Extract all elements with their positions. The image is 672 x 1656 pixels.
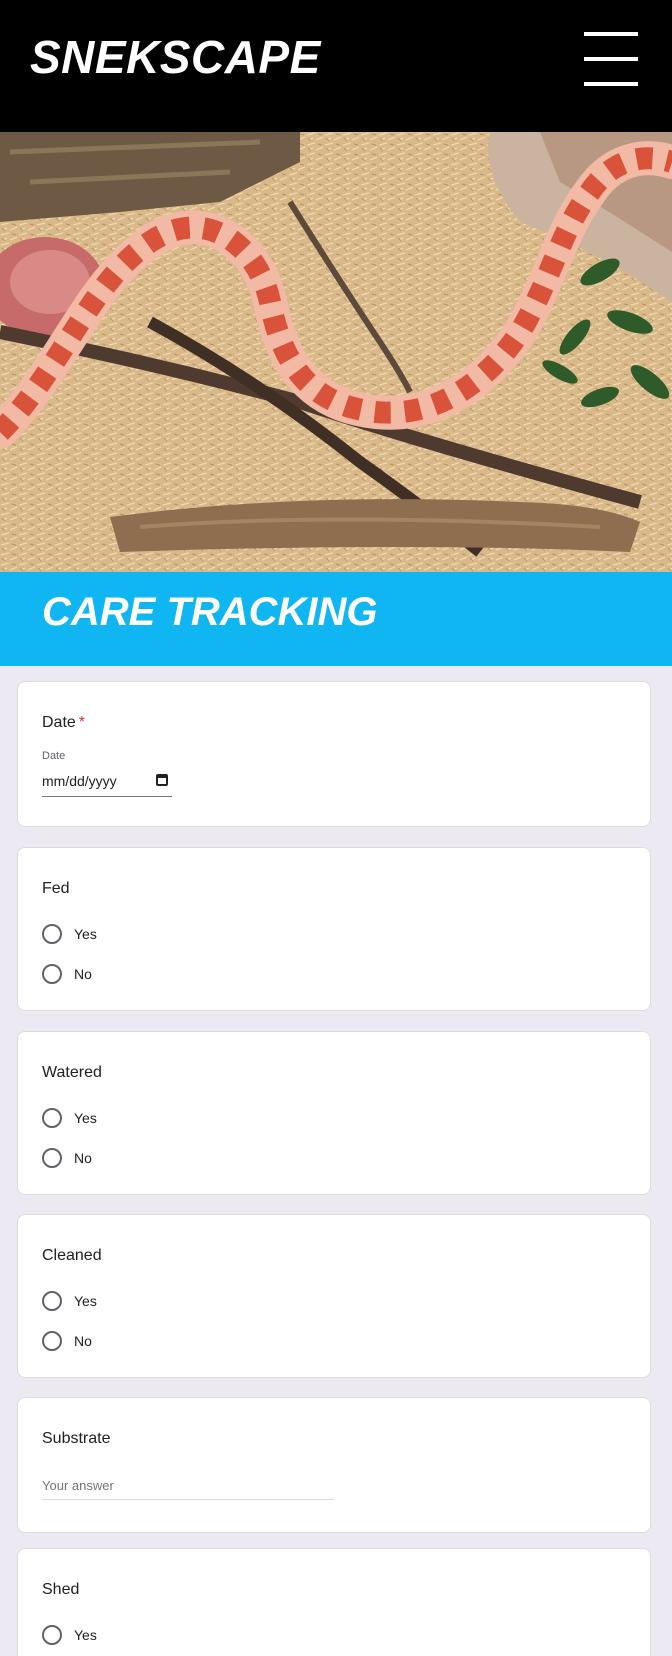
shed-question-title: Shed [42, 1581, 80, 1598]
date-question-title: Date * [42, 714, 85, 732]
cleaned-question-title: Cleaned [42, 1247, 102, 1264]
radio-label: Yes [74, 1293, 97, 1309]
menu-bar-line [584, 57, 638, 61]
substrate-answer-input[interactable]: Your answer [42, 1474, 334, 1500]
fed-question-title: Fed [42, 880, 70, 897]
radio-label: No [74, 966, 92, 982]
shed-question-card: Shed Yes [17, 1548, 651, 1656]
watered-question-title: Watered [42, 1064, 102, 1081]
date-sub-label: Date [42, 750, 66, 762]
radio-circle-icon[interactable] [42, 1625, 62, 1645]
substrate-question-title: Substrate [42, 1430, 111, 1447]
date-input[interactable]: mm/dd/yyyy [42, 769, 172, 797]
corn-snake-illustration [0, 132, 672, 572]
care-tracking-form: Date * Date mm/dd/yyyy Fed Yes No Watered… [0, 666, 672, 1656]
radio-label: No [74, 1333, 92, 1349]
radio-circle-icon[interactable] [42, 924, 62, 944]
date-label-text: Date [42, 714, 76, 731]
required-asterisk: * [78, 714, 86, 731]
cleaned-question-card: Cleaned Yes No [17, 1214, 651, 1378]
radio-circle-icon[interactable] [42, 1108, 62, 1128]
radio-circle-icon[interactable] [42, 1148, 62, 1168]
watered-question-card: Watered Yes No [17, 1031, 651, 1195]
fed-question-card: Fed Yes No [17, 847, 651, 1011]
radio-label: Yes [74, 926, 97, 942]
radio-label: No [74, 1150, 92, 1166]
radio-circle-icon[interactable] [42, 1291, 62, 1311]
radio-circle-icon[interactable] [42, 964, 62, 984]
top-navigation-bar: SNEKSCAPE [0, 0, 672, 132]
hamburger-menu-icon[interactable] [584, 30, 638, 88]
date-question-card: Date * Date mm/dd/yyyy [17, 681, 651, 827]
menu-bar-line [584, 32, 638, 36]
radio-label: Yes [74, 1627, 97, 1643]
page-title: CARE TRACKING [42, 590, 378, 634]
radio-circle-icon[interactable] [42, 1331, 62, 1351]
site-brand-logo[interactable]: SNEKSCAPE [30, 30, 321, 84]
substrate-question-card: Substrate Your answer [17, 1397, 651, 1533]
care-tracking-banner: CARE TRACKING [0, 572, 672, 666]
calendar-icon[interactable] [156, 774, 168, 786]
hero-snake-photo [0, 132, 672, 572]
radio-label: Yes [74, 1110, 97, 1126]
menu-bar-line [584, 82, 638, 86]
